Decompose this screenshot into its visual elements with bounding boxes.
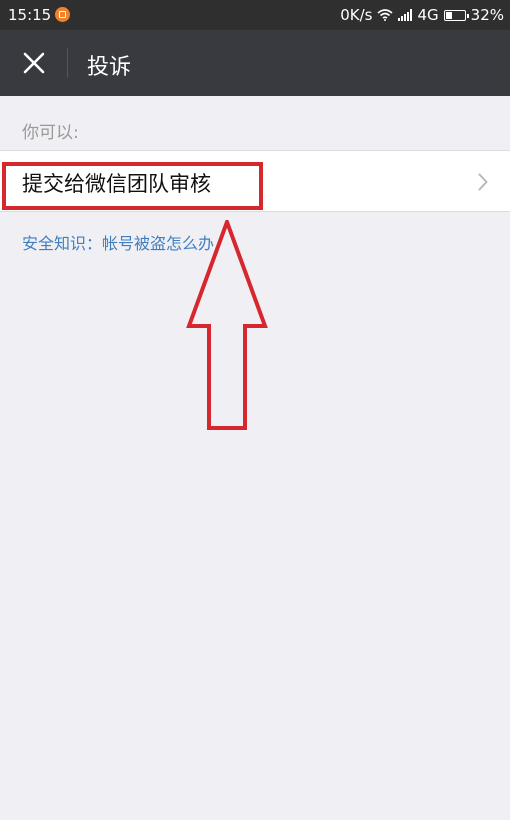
submit-to-wechat-team-item[interactable]: 提交给微信团队审核 [0,150,510,212]
account-stolen-help-link[interactable]: 安全知识：帐号被盗怎么办 [22,230,214,254]
network-speed: 0K/s [340,6,373,24]
nav-bar: 投诉 [0,30,510,96]
close-icon [23,52,45,74]
page-title: 投诉 [87,55,132,80]
nav-divider [67,48,68,78]
status-bar: 15:15 0K/s 4G 32% [0,0,510,30]
submit-option-label: 提交给微信团队审核 [22,172,211,196]
battery-level [445,11,452,19]
battery-percent: 32% [470,6,504,24]
close-button[interactable] [8,38,60,88]
app-notification-icon [55,7,70,22]
status-indicators: 0K/s 4G 32% [340,6,504,24]
battery-icon [443,9,469,21]
section-hint: 你可以: [22,123,79,143]
signal-icon [398,9,413,21]
chevron-right-icon [478,173,488,191]
network-type: 4G [417,6,439,24]
status-time: 15:15 [8,6,52,24]
wifi-icon [377,9,394,21]
